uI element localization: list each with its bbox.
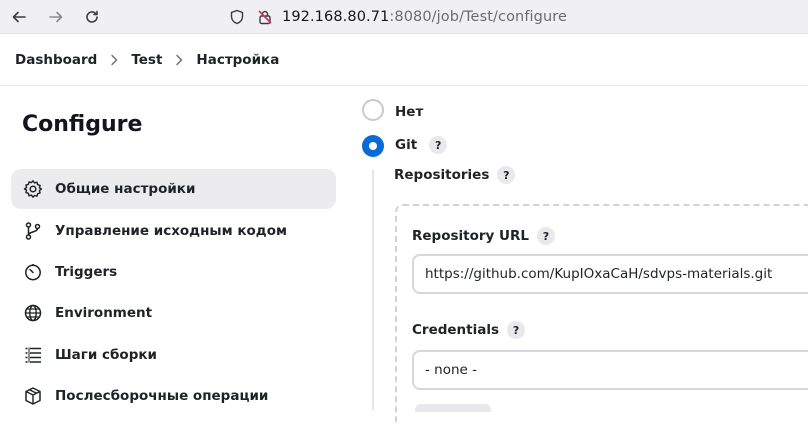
globe-icon [23,303,43,323]
back-arrow-icon [12,11,26,23]
credentials-select[interactable]: - none - [412,350,808,390]
radio-none[interactable] [362,99,384,121]
radio-git[interactable] [362,135,384,157]
add-credentials-button[interactable] [415,404,491,412]
page-title: Configure [22,112,143,137]
address-bar[interactable]: 192.168.80.71:8080/job/Test/configure [226,2,808,32]
forward-arrow-icon [49,11,63,23]
url-path: :8080/job/Test/configure [389,9,568,25]
repositories-header: Repositories ? [394,166,516,184]
url-text: 192.168.80.71:8080/job/Test/configure [282,9,567,25]
sidebar-item-label: Общие настройки [55,181,196,197]
radio-none-label[interactable]: Нет [395,104,423,120]
browser-toolbar: 192.168.80.71:8080/job/Test/configure [0,0,808,34]
shield-icon[interactable] [226,6,248,28]
breadcrumb: Dashboard Test Настройка [0,34,808,86]
sidebar-item-scm[interactable]: Управление исходным кодом [11,211,336,251]
breadcrumb-test[interactable]: Test [131,52,162,68]
gear-icon [23,179,43,199]
repository-url-header: Repository URL ? [412,227,555,245]
chevron-right-icon [162,54,196,66]
breadcrumb-dashboard[interactable]: Dashboard [15,52,97,68]
credentials-label: Credentials [412,322,500,338]
scm-config-panel: Нет Git ? Repositories ? Repository URL … [345,86,808,424]
sidebar-item-label: Шаги сборки [55,347,157,363]
help-icon[interactable]: ? [497,166,516,184]
timer-icon [23,262,43,282]
repositories-label: Repositories [394,167,490,183]
credentials-value: - none - [425,362,478,378]
back-button[interactable] [7,5,31,29]
sidebar-item-label: Послесборочные операции [55,388,269,404]
branch-icon [23,221,43,241]
insecure-lock-icon[interactable] [254,6,276,28]
reload-icon [86,10,98,23]
url-host: 192.168.80.71 [282,9,390,25]
sidebar-item-triggers[interactable]: Triggers [11,252,336,292]
credentials-header: Credentials ? [412,321,526,339]
sidebar-item-build-steps[interactable]: Шаги сборки [11,335,336,375]
radio-git-row: Git ? [395,136,448,154]
sidebar: Configure Общие настройки Управление исх… [0,86,345,408]
help-icon[interactable]: ? [507,321,526,339]
repository-url-value: https://github.com/KupIOxaCaH/sdvps-mate… [425,266,773,282]
sidebar-item-environment[interactable]: Environment [11,293,336,333]
sidebar-item-general[interactable]: Общие настройки [11,169,336,209]
reload-button[interactable] [80,5,104,29]
package-icon [23,386,43,406]
sidebar-item-label: Environment [55,305,153,321]
forward-button[interactable] [44,5,68,29]
nested-indent-line [372,170,374,410]
repository-url-input[interactable]: https://github.com/KupIOxaCaH/sdvps-mate… [412,254,808,294]
repository-url-label: Repository URL [412,228,529,244]
radio-git-label[interactable]: Git [395,137,417,153]
list-icon [23,345,43,365]
sidebar-item-label: Управление исходным кодом [55,223,288,239]
help-icon[interactable]: ? [429,136,448,154]
help-icon[interactable]: ? [537,227,555,245]
breadcrumb-configure[interactable]: Настройка [196,52,279,68]
sidebar-item-post-build[interactable]: Послесборочные операции [11,376,336,416]
sidebar-item-label: Triggers [55,264,118,280]
chevron-right-icon [97,54,131,66]
